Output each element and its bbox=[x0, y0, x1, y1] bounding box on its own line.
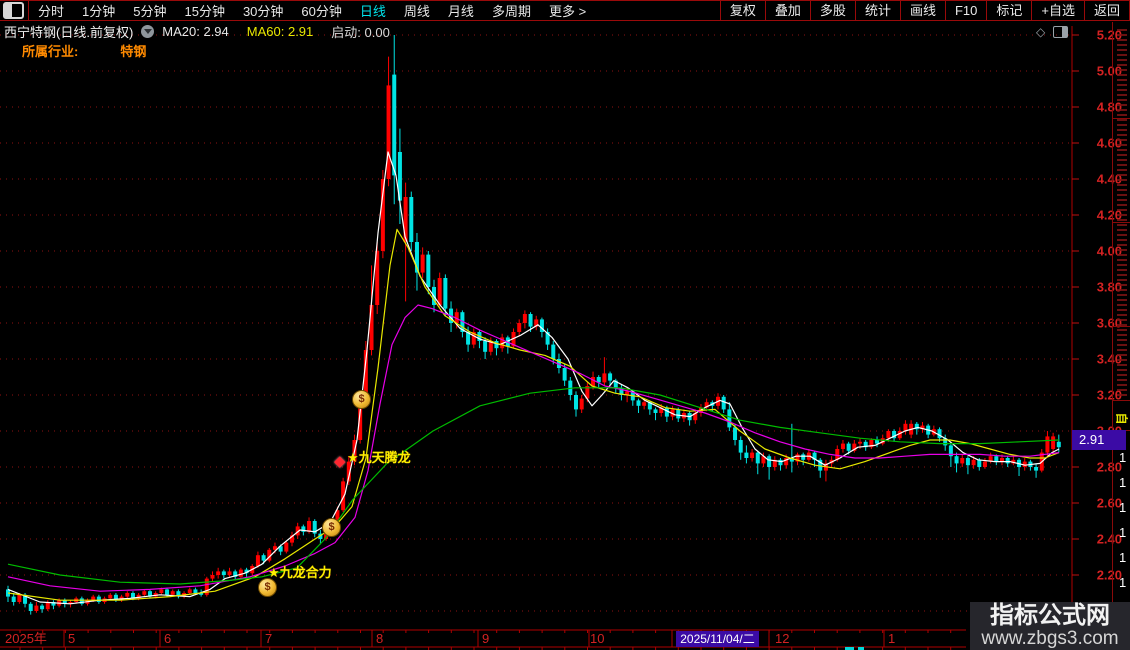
signal-label: ★九天腾龙 bbox=[347, 450, 411, 465]
strip-divider bbox=[1113, 400, 1130, 401]
strip-number: 1 bbox=[1119, 450, 1127, 465]
watermark-url: www.zbgs3.com bbox=[981, 628, 1119, 649]
strip-number: 1 bbox=[1119, 525, 1127, 540]
signal-label: ★九龙合力 bbox=[268, 565, 332, 580]
symbol-title[interactable]: 西宁特钢(日线.前复权) bbox=[4, 22, 133, 41]
site-watermark: 指标公式网 www.zbgs3.com bbox=[970, 602, 1130, 650]
gem-icon: ◆ bbox=[334, 453, 346, 470]
strip-number: 1 bbox=[1119, 575, 1127, 590]
svg-text:1: 1 bbox=[888, 631, 895, 646]
diamond-icon[interactable]: ◇ bbox=[1036, 25, 1045, 39]
ma60-value: MA60: 2.91 bbox=[246, 24, 314, 39]
right-side-strip[interactable]: 自 1 1 1 1 1 1 bbox=[1112, 22, 1130, 602]
svg-text:6: 6 bbox=[164, 631, 171, 646]
svg-text:10: 10 bbox=[590, 631, 604, 646]
svg-text:2025年: 2025年 bbox=[5, 631, 47, 646]
split-pane-icon[interactable] bbox=[1053, 26, 1069, 38]
strip-accent-glyph: 自 bbox=[1114, 412, 1129, 425]
watermark-title: 指标公式网 bbox=[990, 602, 1110, 629]
strip-divider bbox=[1113, 326, 1130, 327]
current-date-badge: 2025/11/04/二 bbox=[676, 631, 759, 647]
current-price-badge: 2.91 bbox=[1072, 430, 1126, 450]
strip-number: 1 bbox=[1119, 475, 1127, 490]
strip-divider bbox=[1113, 222, 1130, 223]
strip-number: 1 bbox=[1119, 550, 1127, 565]
svg-text:5: 5 bbox=[68, 631, 75, 646]
candlestick-chart[interactable]: 5.205.004.804.604.404.204.003.803.603.40… bbox=[0, 0, 1130, 650]
mini-icons: ◇ bbox=[1036, 25, 1069, 39]
chart-header: 西宁特钢(日线.前复权) MA20: 2.94 MA60: 2.91 启动: 0… bbox=[4, 23, 390, 40]
qidong-value: 启动: 0.00 bbox=[331, 25, 390, 40]
app-window: 分时 1分钟 5分钟 15分钟 30分钟 60分钟 日线 周线 月线 多周期 更多 > 复权 叠加 多股… bbox=[0, 0, 1130, 650]
industry-label: 所属行业: bbox=[22, 44, 79, 59]
chevron-down-icon[interactable] bbox=[141, 25, 155, 38]
money-bag-icon: $ bbox=[322, 518, 341, 537]
money-bag-icon: $ bbox=[352, 390, 371, 409]
svg-text:12: 12 bbox=[775, 631, 789, 646]
strip-number: 1 bbox=[1119, 500, 1127, 515]
ma20-value: MA20: 2.94 bbox=[162, 24, 229, 39]
strip-divider bbox=[1113, 118, 1130, 119]
svg-text:8: 8 bbox=[376, 631, 383, 646]
money-bag-icon: $ bbox=[258, 578, 277, 597]
industry-row: 所属行业: 特钢 bbox=[22, 41, 146, 59]
svg-text:9: 9 bbox=[482, 631, 489, 646]
rotated-text-pattern bbox=[1117, 26, 1127, 396]
industry-value[interactable]: 特钢 bbox=[120, 41, 146, 59]
svg-text:7: 7 bbox=[265, 631, 272, 646]
